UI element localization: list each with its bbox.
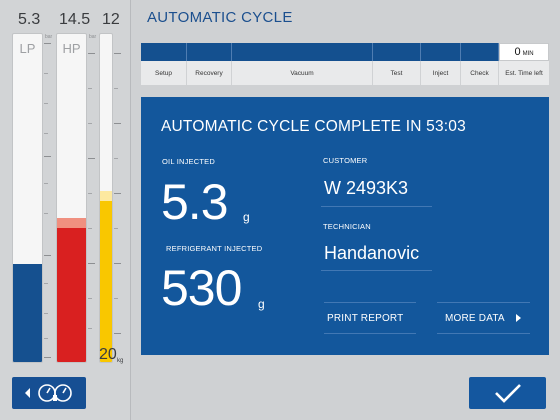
steps-labels-row: Setup Recovery Vacuum Test Inject Check … — [141, 61, 549, 85]
tank-weight-unit: kg — [117, 358, 124, 364]
lp-pressure-value: 5.3 — [18, 11, 41, 28]
refrigerant-injected-value: 530 — [161, 260, 242, 316]
customer-label: CUSTOMER — [323, 156, 368, 165]
hp-scale: bar — [88, 33, 98, 363]
step-label-check: Check — [461, 61, 499, 85]
lp-gauge-label: LP — [19, 41, 36, 56]
refrigerant-injected-label: REFRIGERANT INJECTED — [166, 244, 263, 253]
lp-scale: bar — [44, 33, 54, 363]
more-data-label: MORE DATA — [445, 312, 505, 324]
time-left-unit: MIN — [522, 51, 534, 57]
step-recovery-progress — [187, 43, 232, 61]
step-check-progress — [461, 43, 499, 61]
step-vacuum-progress — [232, 43, 373, 61]
print-report-button[interactable]: PRINT REPORT — [324, 302, 416, 334]
lp-scale-unit: bar — [45, 34, 53, 40]
chevron-left-icon — [25, 388, 30, 398]
cycle-summary-panel: AUTOMATIC CYCLE COMPLETE IN 53:03 OIL IN… — [141, 97, 549, 355]
step-label-setup: Setup — [141, 61, 187, 85]
back-button[interactable] — [12, 377, 86, 409]
bp-gauge-fill — [100, 191, 112, 362]
time-left-value: 0 — [514, 46, 521, 58]
hp-scale-unit: bar — [89, 34, 97, 40]
more-data-button[interactable]: MORE DATA — [437, 302, 530, 334]
dual-gauge-icon — [25, 384, 72, 402]
step-label-time-left: Est. Time left — [505, 69, 543, 77]
bp-temperature-value: 12 — [102, 11, 120, 28]
lp-gauge-fill — [13, 263, 42, 362]
hp-pressure-value: 14.5 — [59, 11, 91, 28]
hp-gauge-label: HP — [62, 41, 81, 56]
tank-weight-value: 20 — [99, 346, 117, 363]
step-label-test: Test — [373, 61, 421, 85]
oil-injected-value: 5.3 — [161, 174, 229, 230]
step-setup-progress — [141, 43, 187, 61]
oil-injected-label: OIL INJECTED — [162, 157, 215, 166]
step-test-progress — [373, 43, 421, 61]
technician-value: Handanovic — [324, 243, 420, 263]
step-inject-progress — [421, 43, 461, 61]
customer-value: W 2493K3 — [324, 178, 409, 198]
confirm-button[interactable] — [469, 377, 546, 409]
gauge-panel: 5.3 LP bar 14.5 HP bar 12 20 kg — [0, 0, 131, 420]
bp-scale — [114, 33, 124, 363]
hp-gauge-fill — [57, 217, 86, 362]
lp-gauge: LP — [12, 33, 43, 363]
checkmark-icon — [494, 384, 521, 403]
refrigerant-injected-unit: g — [258, 297, 265, 311]
time-left-display: 0 MIN — [499, 43, 549, 61]
progress-steps-bar — [141, 43, 549, 61]
technician-underline — [321, 270, 432, 271]
cycle-complete-heading: AUTOMATIC CYCLE COMPLETE IN 53:03 — [161, 118, 466, 135]
customer-underline — [321, 206, 432, 207]
step-label-recovery: Recovery — [187, 61, 232, 85]
technician-label: TECHNICIAN — [323, 222, 371, 231]
step-label-vacuum: Vacuum — [232, 61, 373, 85]
step-label-inject: Inject — [421, 61, 461, 85]
bp-gauge — [99, 33, 113, 363]
triangle-right-icon — [515, 314, 521, 322]
hp-gauge: HP — [56, 33, 87, 363]
oil-injected-unit: g — [243, 210, 250, 224]
page-title: AUTOMATIC CYCLE — [147, 9, 293, 26]
print-report-label: PRINT REPORT — [327, 312, 404, 324]
